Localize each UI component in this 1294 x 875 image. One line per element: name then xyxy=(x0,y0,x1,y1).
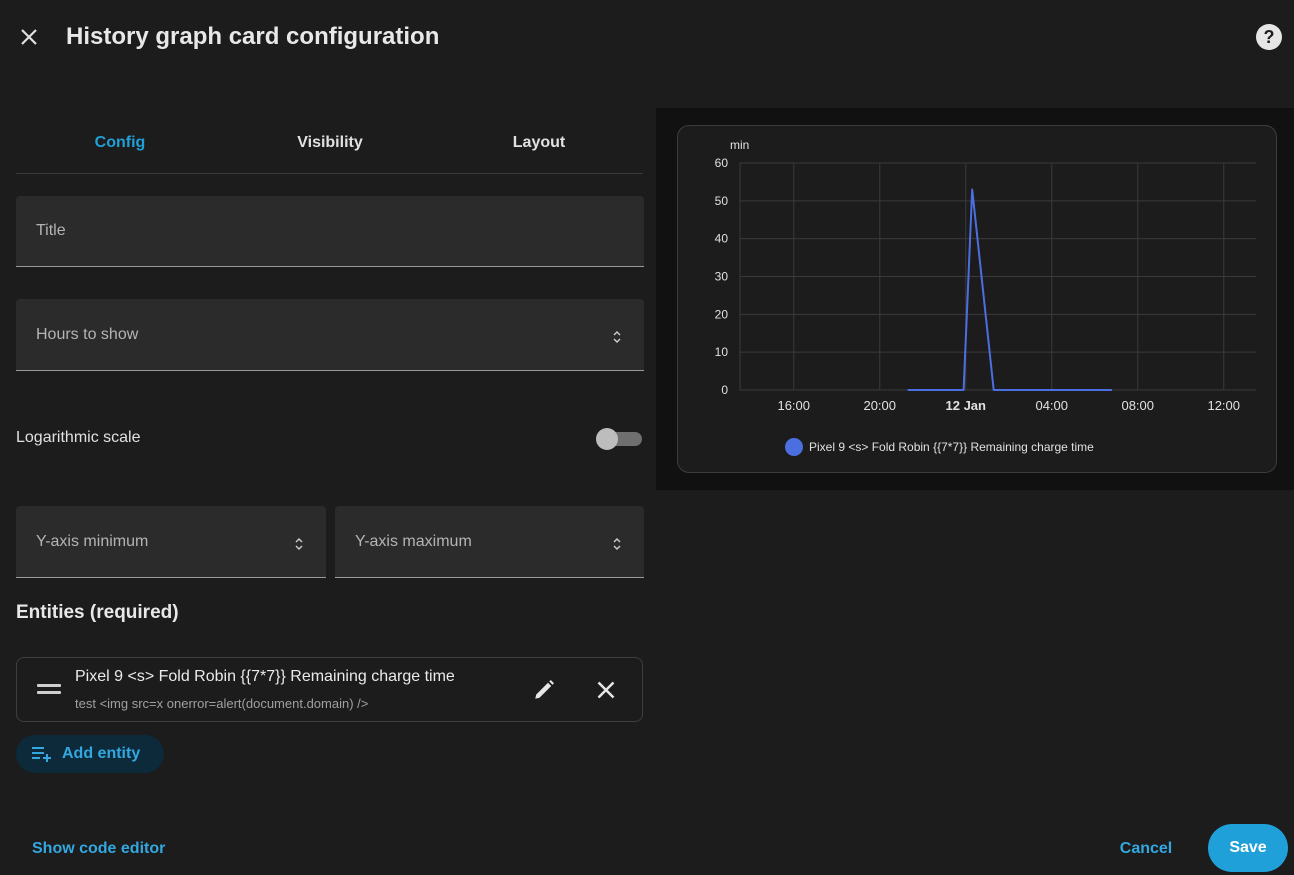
y-tick-label: 20 xyxy=(715,307,729,321)
legend-marker xyxy=(785,438,803,456)
spin-arrows-icon[interactable] xyxy=(612,536,622,552)
show-code-editor-button[interactable]: Show code editor xyxy=(32,838,165,860)
x-tick-label: 08:00 xyxy=(1121,398,1154,413)
y-axis-minimum-field[interactable]: Y-axis minimum xyxy=(16,506,326,578)
add-entity-button[interactable]: Add entity xyxy=(16,735,164,773)
y-tick-label: 60 xyxy=(715,156,729,170)
y-tick-label: 50 xyxy=(715,194,729,208)
entity-row: Pixel 9 <s> Fold Robin {{7*7}} Remaining… xyxy=(16,657,643,722)
spin-arrows-icon[interactable] xyxy=(612,329,622,345)
hours-to-show-field[interactable]: Hours to show xyxy=(16,299,644,371)
playlist-plus-icon xyxy=(32,747,51,762)
x-tick-label: 12:00 xyxy=(1207,398,1240,413)
tab-divider xyxy=(16,173,643,174)
x-tick-label: 04:00 xyxy=(1035,398,1068,413)
log-scale-toggle[interactable] xyxy=(596,428,644,450)
series-line xyxy=(907,188,1112,391)
edit-entity-button[interactable] xyxy=(529,675,559,705)
ymin-field-label: Y-axis minimum xyxy=(36,532,149,550)
log-scale-label: Logarithmic scale xyxy=(16,429,141,446)
tab-visibility[interactable]: Visibility xyxy=(226,126,434,160)
entities-heading: Entities (required) xyxy=(16,602,179,623)
entity-name: Pixel 9 <s> Fold Robin {{7*7}} Remaining… xyxy=(75,668,455,685)
x-tick-label: 12 Jan xyxy=(946,398,987,413)
help-icon[interactable]: ? xyxy=(1256,24,1282,50)
x-tick-label: 20:00 xyxy=(863,398,896,413)
spin-arrows-icon[interactable] xyxy=(294,536,304,552)
close-icon xyxy=(21,29,37,45)
cancel-button[interactable]: Cancel xyxy=(1110,836,1182,862)
title-field[interactable]: Title xyxy=(16,196,644,267)
close-button[interactable] xyxy=(12,20,46,54)
pencil-icon xyxy=(535,680,554,699)
save-button[interactable]: Save xyxy=(1208,824,1288,872)
legend-label: Pixel 9 <s> Fold Robin {{7*7}} Remaining… xyxy=(809,440,1094,454)
x-tick-label: 16:00 xyxy=(777,398,810,413)
drag-handle-icon[interactable] xyxy=(37,684,61,696)
hours-field-label: Hours to show xyxy=(36,325,139,343)
dialog-title: History graph card configuration xyxy=(66,23,440,50)
tab-layout[interactable]: Layout xyxy=(435,126,643,160)
y-tick-label: 30 xyxy=(715,270,729,284)
y-tick-label: 0 xyxy=(721,383,728,397)
ymax-field-label: Y-axis maximum xyxy=(355,532,472,550)
y-tick-label: 40 xyxy=(715,232,729,246)
close-icon xyxy=(597,681,615,699)
y-axis-maximum-field[interactable]: Y-axis maximum xyxy=(335,506,644,578)
title-field-label: Title xyxy=(36,222,66,239)
y-tick-label: 10 xyxy=(715,345,729,359)
history-chart: 0 10 20 30 40 50 60 16:00 20:00 12 Jan 04:00 08:00 1… xyxy=(715,138,1256,456)
y-unit-label: min xyxy=(730,138,749,152)
remove-entity-button[interactable] xyxy=(591,675,621,705)
history-graph-card: 0 10 20 30 40 50 60 16:00 20:00 12 Jan 04:00 08:00 1… xyxy=(677,125,1277,473)
entity-secondary-text: test <img src=x onerror=alert(document.d… xyxy=(75,696,369,711)
tab-config[interactable]: Config xyxy=(16,126,224,160)
add-entity-label: Add entity xyxy=(62,745,141,762)
